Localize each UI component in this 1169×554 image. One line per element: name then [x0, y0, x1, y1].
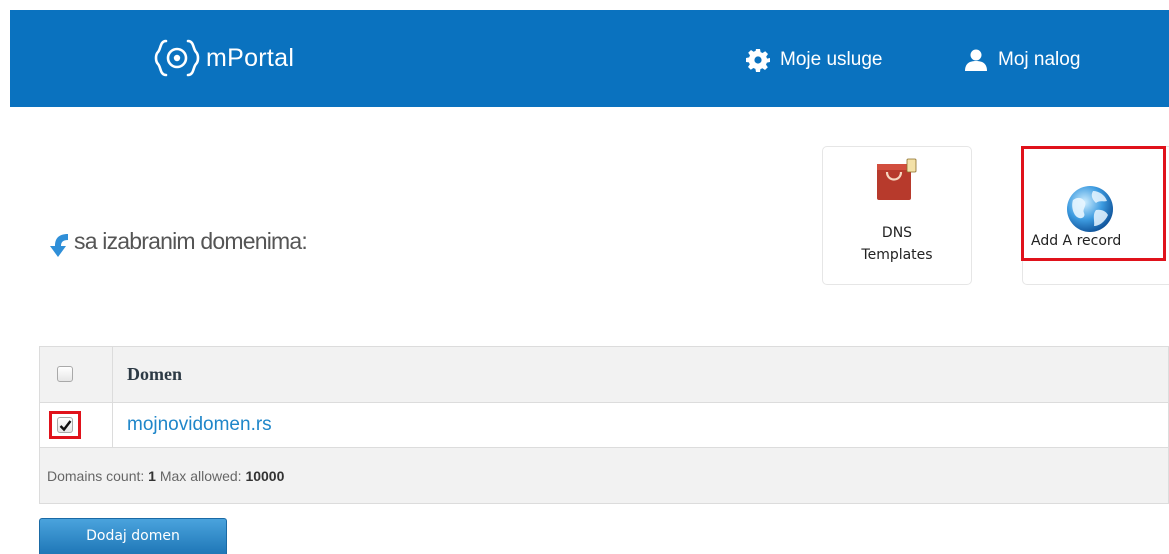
- count-label: Domains count:: [47, 467, 145, 484]
- domains-count-summary: Domains count: 1 Max allowed: 10000: [39, 447, 1169, 504]
- shopping-bag-icon: [877, 158, 917, 200]
- dns-templates-label-line2: Templates: [861, 247, 933, 263]
- add-domain-button[interactable]: Dodaj domen: [39, 518, 227, 554]
- checkbox-highlight: [49, 411, 81, 439]
- brand-logo[interactable]: mPortal: [154, 35, 294, 81]
- domain-link[interactable]: mojnovidomen.rs: [112, 402, 1169, 448]
- dns-templates-label-line1: DNS: [881, 225, 913, 241]
- select-all-checkbox[interactable]: [57, 366, 73, 383]
- brand-name: mPortal: [206, 43, 295, 72]
- dns-templates-tile[interactable]: DNS Templates: [822, 146, 972, 285]
- user-icon: [965, 49, 987, 71]
- add-a-record-label: Add A record: [1031, 233, 1122, 249]
- column-header-domain: Domen: [112, 346, 1169, 403]
- with-selected-text: sa izabranim domenima:: [74, 227, 308, 254]
- gear-icon: [154, 39, 200, 77]
- count-value: 1: [148, 467, 156, 484]
- nav-my-services-label: Moje usluge: [780, 49, 883, 70]
- row-checkbox[interactable]: [57, 417, 73, 433]
- nav-my-account-label: Moj nalog: [998, 49, 1081, 70]
- nav-my-services[interactable]: Moje usluge: [746, 48, 882, 72]
- checkmark-icon: [59, 420, 72, 432]
- nav-my-account[interactable]: Moj nalog: [964, 48, 1080, 72]
- max-value: 10000: [245, 467, 285, 484]
- table-row: mojnovidomen.rs: [39, 402, 1169, 448]
- dns-templates-label: DNS Templates: [823, 222, 971, 266]
- row-checkbox-cell: [39, 402, 113, 448]
- domains-table: Domen mojnovidomen.rs Domains count: 1 M…: [39, 346, 1169, 504]
- table-footer-row: Domains count: 1 Max allowed: 10000: [39, 447, 1169, 504]
- table-header-row: Domen: [39, 346, 1169, 403]
- cog-icon: [746, 49, 770, 72]
- top-header: mPortal Moje usluge Moj nalog: [10, 10, 1169, 107]
- max-label: Max allowed:: [159, 467, 242, 484]
- select-all-cell: [39, 346, 113, 403]
- globe-icon: [1067, 186, 1113, 232]
- arrow-down-icon: [50, 234, 68, 257]
- with-selected-label: sa izabranim domenima:: [48, 222, 308, 260]
- add-a-record-tile[interactable]: Add A record: [1022, 146, 1169, 285]
